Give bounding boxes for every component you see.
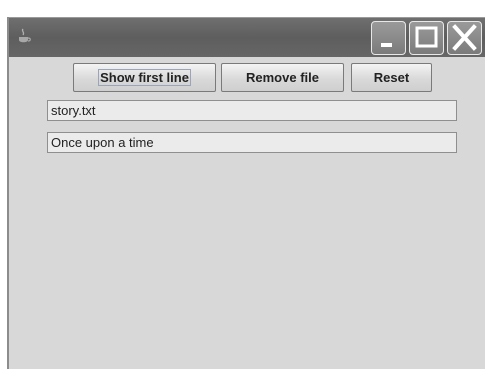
title-bar[interactable] bbox=[9, 17, 485, 57]
app-window: Show first line Remove file Reset story.… bbox=[7, 17, 485, 369]
maximize-button[interactable] bbox=[409, 21, 444, 55]
content-pane: Show first line Remove file Reset story.… bbox=[9, 57, 485, 369]
remove-file-button[interactable]: Remove file bbox=[221, 63, 344, 92]
show-first-line-button[interactable]: Show first line bbox=[73, 63, 216, 92]
close-icon bbox=[452, 24, 477, 51]
minimize-button[interactable] bbox=[371, 21, 406, 55]
close-button[interactable] bbox=[447, 21, 482, 55]
reset-button[interactable]: Reset bbox=[351, 63, 432, 92]
maximize-icon bbox=[415, 26, 438, 48]
java-cup-icon bbox=[16, 28, 32, 46]
minimize-icon bbox=[381, 43, 392, 47]
reset-label: Reset bbox=[373, 70, 410, 85]
show-first-line-label: Show first line bbox=[98, 69, 191, 86]
remove-file-label: Remove file bbox=[246, 70, 319, 85]
filename-field[interactable]: story.txt bbox=[47, 100, 457, 121]
first-line-field[interactable]: Once upon a time bbox=[47, 132, 457, 153]
